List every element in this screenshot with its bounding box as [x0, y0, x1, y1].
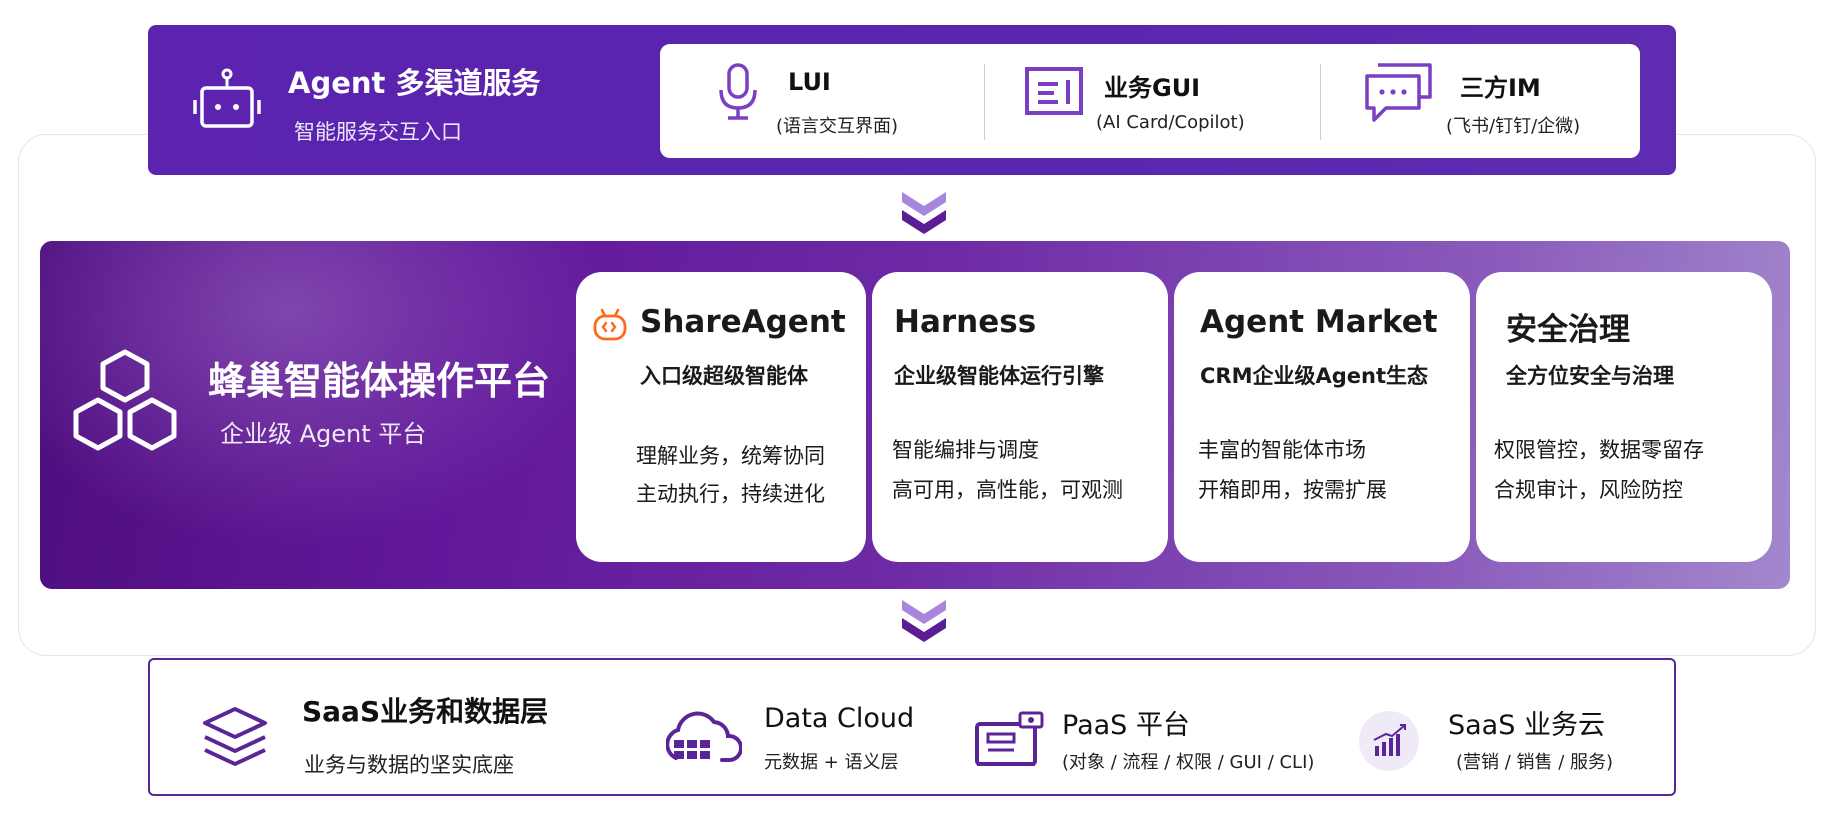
agent-platform-title: 蜂巢智能体操作平台: [208, 359, 551, 403]
channel-divider: [984, 64, 985, 140]
channel-divider: [1320, 64, 1321, 140]
channel-lui-desc: (语言交互界面): [776, 116, 899, 137]
card-agent-market-line-1: 丰富的智能体市场: [1198, 438, 1366, 462]
saas-data-subtitle: 业务与数据的坚实底座: [304, 753, 514, 777]
agent-platform-subtitle: 企业级 Agent 平台: [220, 420, 427, 448]
chat-bubbles-icon: [1364, 62, 1434, 124]
layers-icon: [202, 706, 268, 768]
saas-data-title: SaaS业务和数据层: [302, 695, 549, 728]
card-agent-market-subtitle: CRM企业级Agent生态: [1200, 364, 1428, 388]
card-harness-subtitle: 企业级智能体运行引擎: [894, 364, 1104, 388]
card-security-line-2: 合规审计，风险防控: [1494, 478, 1683, 502]
channel-im-name: 三方IM: [1460, 74, 1541, 102]
card-harness-line-1: 智能编排与调度: [892, 438, 1039, 462]
service-saas-cloud-desc: (营销 / 销售 / 服务): [1456, 752, 1614, 773]
card-harness-line-2: 高可用，高性能，可观测: [892, 478, 1123, 502]
card-security-title: 安全治理: [1506, 312, 1630, 348]
robot-icon: [192, 68, 262, 132]
flow-arrow-down-icon: [900, 190, 948, 236]
data-cloud-icon: [665, 708, 743, 766]
paas-platform-icon: [974, 710, 1046, 772]
card-shareagent-title: ShareAgent: [640, 304, 846, 340]
multichannel-subtitle: 智能服务交互入口: [294, 120, 462, 144]
card-agent-market-line-2: 开箱即用，按需扩展: [1198, 478, 1387, 502]
service-saas-cloud-name: SaaS 业务云: [1448, 710, 1605, 741]
service-paas-desc: (对象 / 流程 / 权限 / GUI / CLI): [1062, 752, 1315, 773]
service-paas-name: PaaS 平台: [1062, 710, 1190, 741]
honeycomb-icon: [70, 348, 180, 458]
card-security-subtitle: 全方位安全与治理: [1506, 364, 1674, 388]
channel-lui-name: LUI: [788, 68, 831, 96]
channel-im-desc: (飞书/钉钉/企微): [1446, 116, 1581, 137]
card-shareagent-line-2: 主动执行，持续进化: [636, 482, 825, 506]
channel-gui-desc: (AI Card/Copilot): [1096, 112, 1245, 133]
service-data-cloud-desc: 元数据 + 语义层: [764, 752, 899, 773]
share-agent-icon: [592, 308, 628, 342]
card-shareagent-subtitle: 入口级超级智能体: [640, 364, 808, 388]
multichannel-title: Agent 多渠道服务: [288, 66, 541, 100]
card-shareagent-line-1: 理解业务，统筹协同: [636, 444, 825, 468]
flow-arrow-down-icon: [900, 598, 948, 644]
card-agent-market-title: Agent Market: [1200, 304, 1438, 340]
microphone-icon: [716, 62, 760, 122]
card-harness-title: Harness: [894, 304, 1037, 340]
service-data-cloud-name: Data Cloud: [764, 703, 915, 734]
card-security-line-1: 权限管控，数据零留存: [1494, 438, 1704, 462]
channel-gui-name: 业务GUI: [1104, 74, 1201, 102]
gui-card-icon: [1024, 66, 1084, 116]
saas-chart-icon: [1358, 710, 1420, 772]
